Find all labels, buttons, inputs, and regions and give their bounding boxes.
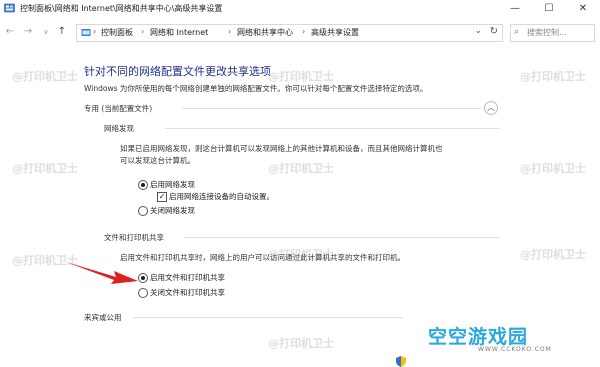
page-description: Windows 为你所使用的每个网络创建单独的网络配置文件。你可以针对每个配置文… <box>84 84 428 93</box>
file-sharing-on-label[interactable]: 启用文件和打印机共享 <box>150 272 225 283</box>
private-profile-header[interactable]: 专用 (当前配置文件) <box>84 103 152 114</box>
annotation-arrow <box>66 262 138 284</box>
network-discovery-on-radio[interactable] <box>138 180 148 190</box>
folder-icon <box>81 29 91 36</box>
breadcrumb-separator: › <box>302 27 306 36</box>
forward-button[interactable]: → <box>22 25 34 39</box>
breadcrumb-separator: › <box>141 27 145 36</box>
network-discovery-off-label[interactable]: 关闭网络发现 <box>150 205 195 216</box>
maximize-button[interactable]: ☐ <box>532 0 566 18</box>
address-dropdown-icon[interactable]: ⌄ <box>474 26 482 36</box>
file-printer-sharing-description: 启用文件和打印机共享时，网络上的用户可以访问通过此计算机共享的文件和打印机。 <box>120 253 405 262</box>
network-discovery-off-radio[interactable] <box>138 206 148 216</box>
breadcrumb-network-internet[interactable]: 网络和 Internet <box>150 27 208 38</box>
search-icon: ⌕ <box>514 27 520 37</box>
watermark: @打印机卫士 <box>268 70 334 83</box>
window-title: 控制面板\网络和 Internet\网络和共享中心\高级共享设置 <box>20 4 223 13</box>
up-button[interactable]: ↑ <box>56 25 68 39</box>
brand-logo: 空空游戏园 <box>428 326 529 348</box>
control-panel-icon <box>4 3 15 13</box>
watermark: @打印机卫士 <box>268 162 334 175</box>
breadcrumb-control-panel[interactable]: 控制面板 <box>101 27 133 38</box>
navigation-bar: ← → ∨ ↑ › 控制面板 › 网络和 Internet › 网络和共享中心 … <box>0 18 600 46</box>
title-bar: 控制面板\网络和 Internet\网络和共享中心\高级共享设置 — ☐ ✕ <box>0 0 600 18</box>
shield-icon <box>396 356 406 367</box>
page-title: 针对不同的网络配置文件更改共享选项 <box>84 65 271 78</box>
back-button[interactable]: ← <box>4 25 16 39</box>
minimize-button[interactable]: — <box>498 0 532 18</box>
divider <box>184 237 500 238</box>
brand-url: WWW.CCKOKO.COM <box>478 346 552 353</box>
network-discovery-heading: 网络发现 <box>104 124 134 133</box>
chevron-up-icon[interactable]: ︿ <box>484 101 498 115</box>
close-button[interactable]: ✕ <box>566 0 600 18</box>
network-discovery-description: 可以发现这台计算机。 <box>120 156 195 165</box>
refresh-icon[interactable]: ↻ <box>490 26 498 37</box>
auto-setup-label[interactable]: 启用网络连接设备的自动设置。 <box>169 191 274 202</box>
watermark: @打印机卫士 <box>520 70 586 83</box>
breadcrumb-advanced-sharing[interactable]: 高级共享设置 <box>311 27 359 38</box>
address-bar[interactable]: › 控制面板 › 网络和 Internet › 网络和共享中心 › 高级共享设置… <box>76 24 503 42</box>
watermark: @打印机卫士 <box>520 248 586 261</box>
guest-public-profile-header[interactable]: 来宾或公用 <box>84 312 122 323</box>
file-sharing-off-radio[interactable] <box>138 288 148 298</box>
divider <box>165 128 500 129</box>
divider <box>182 108 480 109</box>
breadcrumb-separator: › <box>93 27 97 36</box>
watermark: @打印机卫士 <box>12 70 78 83</box>
watermark: @打印机卫士 <box>520 162 586 175</box>
file-sharing-off-label[interactable]: 关闭文件和打印机共享 <box>150 287 225 298</box>
search-box[interactable]: ⌕ 搜索控制... <box>510 24 595 42</box>
recent-locations-button[interactable]: ∨ <box>40 25 52 39</box>
file-printer-sharing-heading: 文件和打印机共享 <box>104 233 164 242</box>
auto-setup-checkbox[interactable]: ✓ <box>157 192 167 202</box>
watermark: @打印机卫士 <box>12 162 78 175</box>
watermark: @打印机卫士 <box>268 337 334 350</box>
search-input[interactable]: 搜索控制... <box>527 27 567 38</box>
breadcrumb-network-sharing-center[interactable]: 网络和共享中心 <box>237 27 293 38</box>
network-discovery-description: 如果已启用网络发现，则这台计算机可以发现网络上的其他计算机和设备，而且其他网络计… <box>120 144 443 153</box>
network-discovery-on-label[interactable]: 启用网络发现 <box>150 179 195 190</box>
breadcrumb-separator: › <box>228 27 232 36</box>
